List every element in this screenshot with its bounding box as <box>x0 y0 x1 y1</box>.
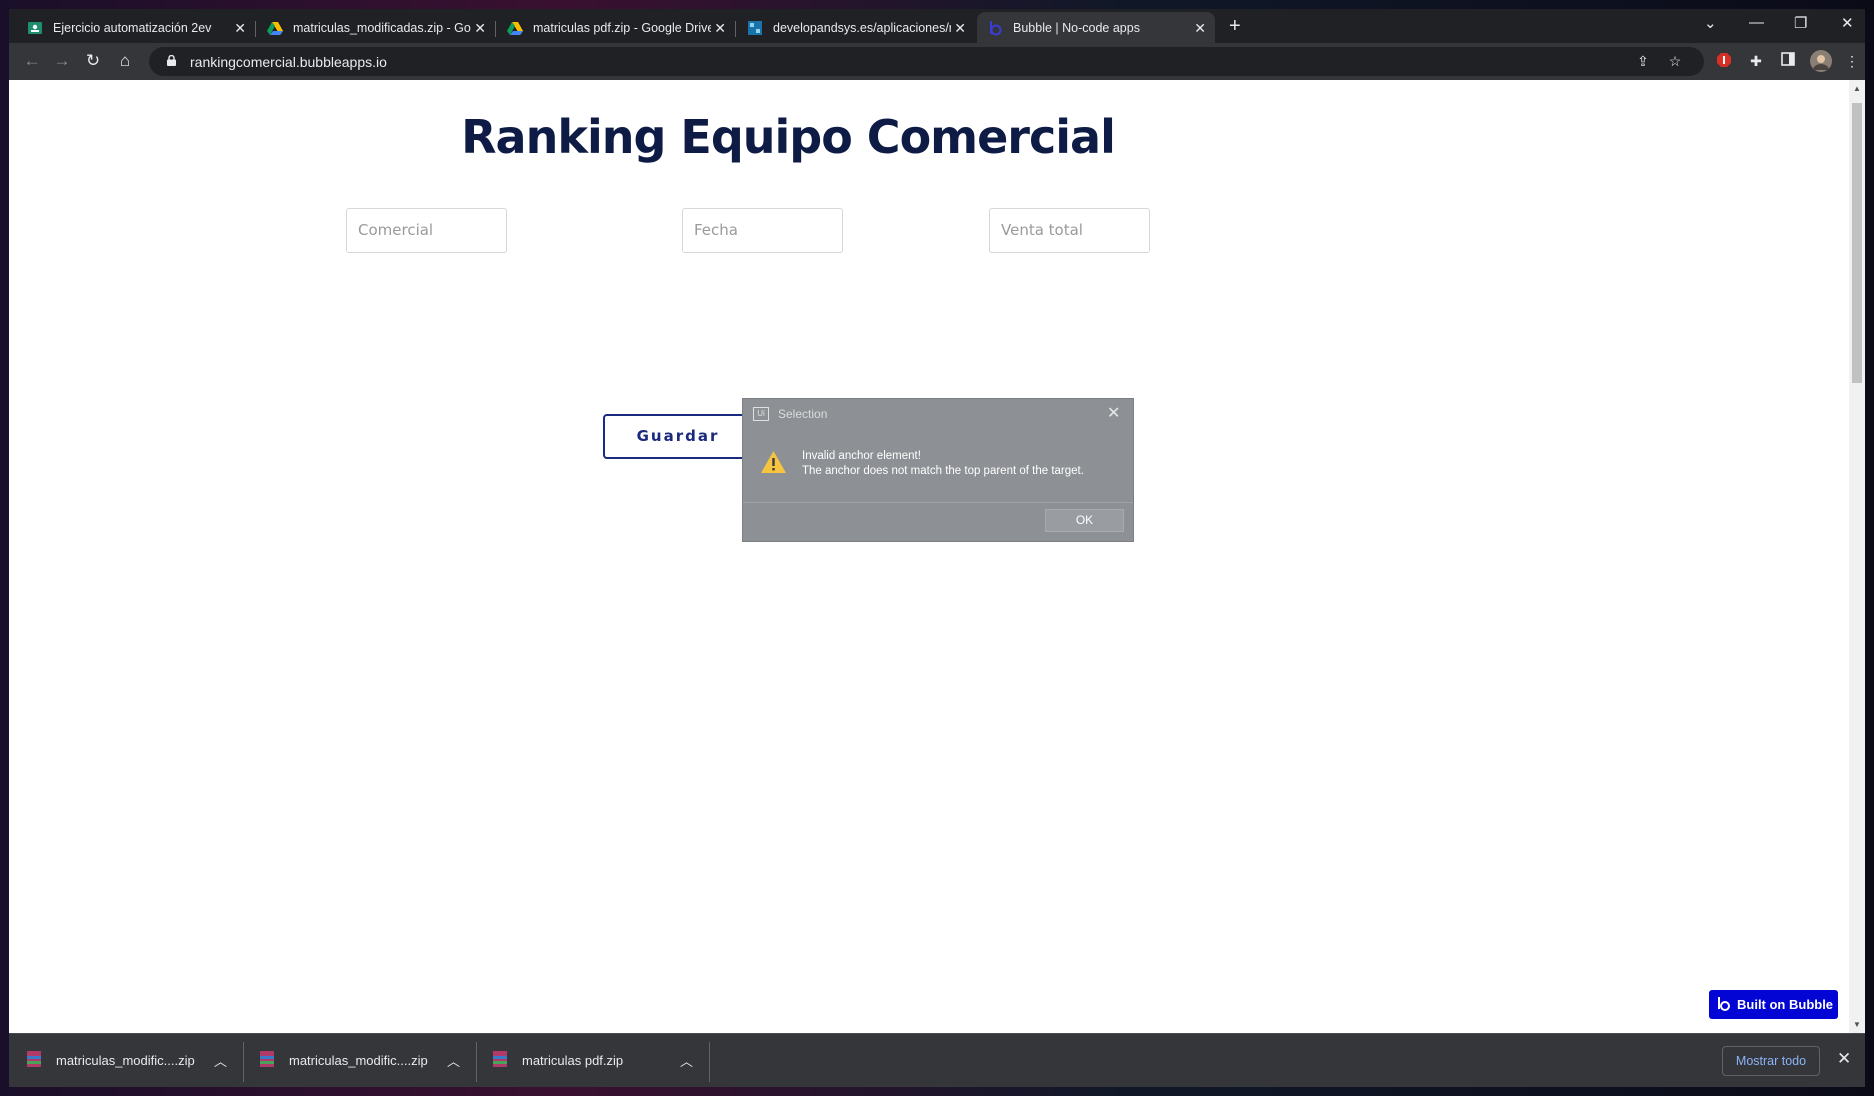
side-panel-icon[interactable] <box>1779 52 1797 70</box>
selection-dialog: Ui Selection ✕ Invalid anchor element! T… <box>742 398 1134 542</box>
web-page: Ranking Equipo Comercial Comercial Fecha… <box>9 80 1849 1033</box>
download-item[interactable]: matriculas_modific....zip ︿ <box>242 1034 476 1087</box>
chevron-up-icon[interactable]: ︿ <box>680 1051 693 1070</box>
tab-developandsys[interactable]: developandsys.es/aplicaciones/resultados… <box>737 12 975 43</box>
close-download-bar-icon[interactable]: ✕ <box>1837 1049 1851 1069</box>
bubble-icon <box>990 20 1002 35</box>
google-drive-icon <box>267 21 283 35</box>
close-tab-icon[interactable]: ✕ <box>714 20 726 37</box>
back-icon[interactable]: ← <box>21 50 43 72</box>
tab-separator <box>735 21 736 37</box>
new-tab-icon[interactable]: + <box>1229 15 1241 38</box>
chevron-up-icon[interactable]: ︿ <box>447 1051 460 1070</box>
classroom-icon <box>28 21 42 34</box>
extension-adblock-icon[interactable] <box>1715 52 1733 70</box>
url-text: rankingcomercial.bubbleapps.io <box>190 54 387 70</box>
minimize-icon[interactable]: — <box>1749 14 1764 31</box>
dialog-message-title: Invalid anchor element! <box>802 450 921 462</box>
chevron-up-icon[interactable]: ︿ <box>214 1051 227 1070</box>
lock-icon <box>167 55 176 66</box>
browser-window: Ejercicio automatización 2ev ✕ matricula… <box>9 9 1865 1087</box>
ok-button[interactable]: OK <box>1045 509 1124 532</box>
download-filename: matriculas_modific....zip <box>56 1053 195 1068</box>
scroll-up-icon[interactable]: ▲ <box>1853 84 1861 93</box>
venta-total-input[interactable]: Venta total <box>989 208 1150 253</box>
tab-bubble[interactable]: Bubble | No-code apps ✕ <box>977 12 1215 43</box>
download-filename: matriculas pdf.zip <box>522 1053 624 1068</box>
home-icon[interactable]: ⌂ <box>114 50 136 72</box>
restore-icon[interactable]: ❐ <box>1794 14 1807 32</box>
built-on-bubble-badge[interactable]: Built on Bubble <box>1709 990 1838 1019</box>
bubble-logo-icon <box>1718 997 1730 1011</box>
extensions-puzzle-icon[interactable]: ✚ <box>1747 52 1765 70</box>
tab-ejercicio[interactable]: Ejercicio automatización 2ev ✕ <box>17 12 255 43</box>
tab-separator <box>255 21 256 37</box>
tab-title: Bubble | No-code apps <box>1013 20 1140 35</box>
dialog-divider <box>743 502 1133 503</box>
tab-title: matriculas pdf.zip - Google Drive <box>533 20 711 35</box>
google-drive-icon <box>507 21 523 35</box>
page-scrollbar[interactable]: ▲ ▼ <box>1849 80 1865 1033</box>
browser-toolbar: ← → ↻ ⌂ rankingcomercial.bubbleapps.io ⇪… <box>9 43 1865 81</box>
tab-strip: Ejercicio automatización 2ev ✕ matricula… <box>9 9 1865 43</box>
fecha-input[interactable]: Fecha <box>682 208 843 253</box>
page-title: Ranking Equipo Comercial <box>461 110 1116 164</box>
built-on-bubble-label: Built on Bubble <box>1737 997 1834 1012</box>
tab-search-icon[interactable]: ⌄ <box>1704 14 1717 32</box>
warning-icon <box>761 451 786 473</box>
show-all-downloads-button[interactable]: Mostrar todo <box>1722 1046 1820 1076</box>
scroll-down-icon[interactable]: ▼ <box>1853 1020 1861 1029</box>
close-icon[interactable]: ✕ <box>1107 403 1120 423</box>
profile-avatar[interactable] <box>1810 50 1832 72</box>
uipath-ui-icon: Ui <box>753 407 769 421</box>
close-tab-icon[interactable]: ✕ <box>474 20 486 37</box>
zip-archive-icon <box>493 1051 507 1067</box>
reload-icon[interactable]: ↻ <box>82 50 104 72</box>
dialog-message-detail: The anchor does not match the top parent… <box>802 465 1084 477</box>
zip-archive-icon <box>260 1051 274 1067</box>
tab-matriculas-pdf[interactable]: matriculas pdf.zip - Google Drive ✕ <box>497 12 735 43</box>
close-tab-icon[interactable]: ✕ <box>954 20 966 37</box>
menu-kebab-icon[interactable]: ⋮ <box>1843 52 1861 70</box>
download-item[interactable]: matriculas_modific....zip ︿ <box>9 1034 243 1087</box>
download-filename: matriculas_modific....zip <box>289 1053 428 1068</box>
zip-archive-icon <box>27 1051 41 1067</box>
download-separator <box>709 1042 710 1082</box>
site-icon <box>748 20 762 35</box>
tab-title: matriculas_modificadas.zip - Google Driv… <box>293 20 471 35</box>
tab-title: developandsys.es/aplicaciones/resultados <box>773 20 951 35</box>
download-item[interactable]: matriculas pdf.zip ︿ <box>475 1034 709 1087</box>
tab-matriculas-modificadas[interactable]: matriculas_modificadas.zip - Google Driv… <box>257 12 495 43</box>
share-icon[interactable]: ⇪ <box>1634 52 1652 70</box>
guardar-button[interactable]: Guardar <box>603 414 753 459</box>
address-bar[interactable]: rankingcomercial.bubbleapps.io ⇪ ☆ <box>149 47 1704 76</box>
tab-title: Ejercicio automatización 2ev <box>53 20 212 35</box>
download-bar: matriculas_modific....zip ︿ matriculas_m… <box>9 1033 1865 1087</box>
close-tab-icon[interactable]: ✕ <box>1194 20 1206 37</box>
scroll-thumb[interactable] <box>1852 103 1862 383</box>
bookmark-star-icon[interactable]: ☆ <box>1666 52 1684 70</box>
forward-icon[interactable]: → <box>51 50 73 72</box>
tab-separator <box>495 21 496 37</box>
dialog-title: Selection <box>778 407 828 421</box>
close-window-icon[interactable]: ✕ <box>1841 14 1854 32</box>
close-tab-icon[interactable]: ✕ <box>234 20 246 37</box>
comercial-input[interactable]: Comercial <box>346 208 507 253</box>
